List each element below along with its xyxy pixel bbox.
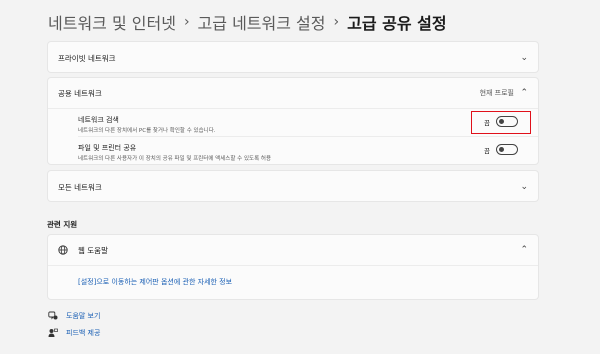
- all-networks-card[interactable]: 모든 네트워크 ⌄: [47, 170, 539, 202]
- network-discovery-title: 네트워크 검색: [78, 116, 119, 124]
- private-network-title: 프라이빗 네트워크: [58, 53, 116, 63]
- private-network-header[interactable]: 프라이빗 네트워크 ⌄: [48, 42, 538, 74]
- give-feedback-label: 피드백 제공: [66, 329, 101, 337]
- web-help-title: 웹 도움말: [78, 245, 108, 255]
- give-feedback-link[interactable]: 피드백 제공: [48, 328, 100, 338]
- toggle-knob: [499, 119, 504, 124]
- network-discovery-toggle[interactable]: [496, 116, 518, 127]
- file-printer-sharing-title: 파일 및 프린터 공유: [78, 144, 137, 152]
- breadcrumb: 네트워크 및 인터넷 › 고급 네트워크 설정 › 고급 공유 설정: [48, 10, 447, 34]
- breadcrumb-network-internet[interactable]: 네트워크 및 인터넷: [48, 10, 176, 34]
- breadcrumb-separator: ›: [183, 14, 190, 30]
- toggle-knob: [499, 147, 504, 152]
- get-help-label: 도움말 보기: [66, 312, 101, 320]
- related-support-card: 웹 도움말 ⌃ [설정]으로 이동하는 제어판 옵션에 관한 자세한 정보: [47, 234, 539, 300]
- file-printer-sharing-state-label: 끔: [484, 146, 490, 155]
- file-printer-sharing-setting: 파일 및 프린터 공유 네트워크의 다른 사용자가 이 장치의 공유 파일 및 …: [78, 138, 538, 165]
- network-discovery-toggle-group: 끔: [484, 116, 518, 127]
- help-chat-icon: [48, 311, 58, 320]
- network-discovery-state-label: 끔: [484, 118, 490, 127]
- breadcrumb-advanced-network-settings[interactable]: 고급 네트워크 설정: [198, 10, 326, 34]
- file-printer-sharing-description: 네트워크의 다른 사용자가 이 장치의 공유 파일 및 프린터에 액세스할 수 …: [78, 156, 272, 162]
- control-panel-info-link[interactable]: [설정]으로 이동하는 제어판 옵션에 관한 자세한 정보: [78, 277, 232, 287]
- file-printer-sharing-toggle-group: 끔: [484, 144, 518, 155]
- chevron-down-icon: ⌄: [520, 181, 528, 192]
- file-printer-sharing-toggle[interactable]: [496, 144, 518, 155]
- all-networks-header[interactable]: 모든 네트워크 ⌄: [48, 171, 538, 203]
- public-network-title: 공용 네트워크: [58, 88, 102, 98]
- get-help-link[interactable]: 도움말 보기: [48, 311, 100, 321]
- related-support-heading: 관련 지원: [47, 220, 78, 229]
- chevron-up-icon: ⌃: [520, 244, 528, 255]
- network-discovery-description: 네트워크의 다른 장치에서 PC를 찾거나 확인할 수 있습니다.: [78, 128, 216, 134]
- breadcrumb-separator: ›: [333, 14, 340, 30]
- network-discovery-setting: 네트워크 검색 네트워크의 다른 장치에서 PC를 찾거나 확인할 수 있습니다…: [78, 110, 538, 137]
- feedback-icon: [48, 328, 58, 337]
- globe-icon: [58, 245, 68, 255]
- private-network-card[interactable]: 프라이빗 네트워크 ⌄: [47, 41, 539, 73]
- public-network-header[interactable]: 공용 네트워크 현재 프로필 ⌃: [48, 78, 538, 109]
- public-network-card: 공용 네트워크 현재 프로필 ⌃ 네트워크 검색 네트워크의 다른 장치에서 P…: [47, 77, 539, 165]
- chevron-down-icon: ⌄: [520, 52, 528, 63]
- chevron-up-icon: ⌃: [520, 87, 528, 98]
- all-networks-title: 모든 네트워크: [58, 182, 102, 192]
- current-profile-label: 현재 프로필: [479, 89, 514, 97]
- page-title: 고급 공유 설정: [347, 14, 447, 33]
- web-help-header[interactable]: 웹 도움말 ⌃: [48, 235, 538, 266]
